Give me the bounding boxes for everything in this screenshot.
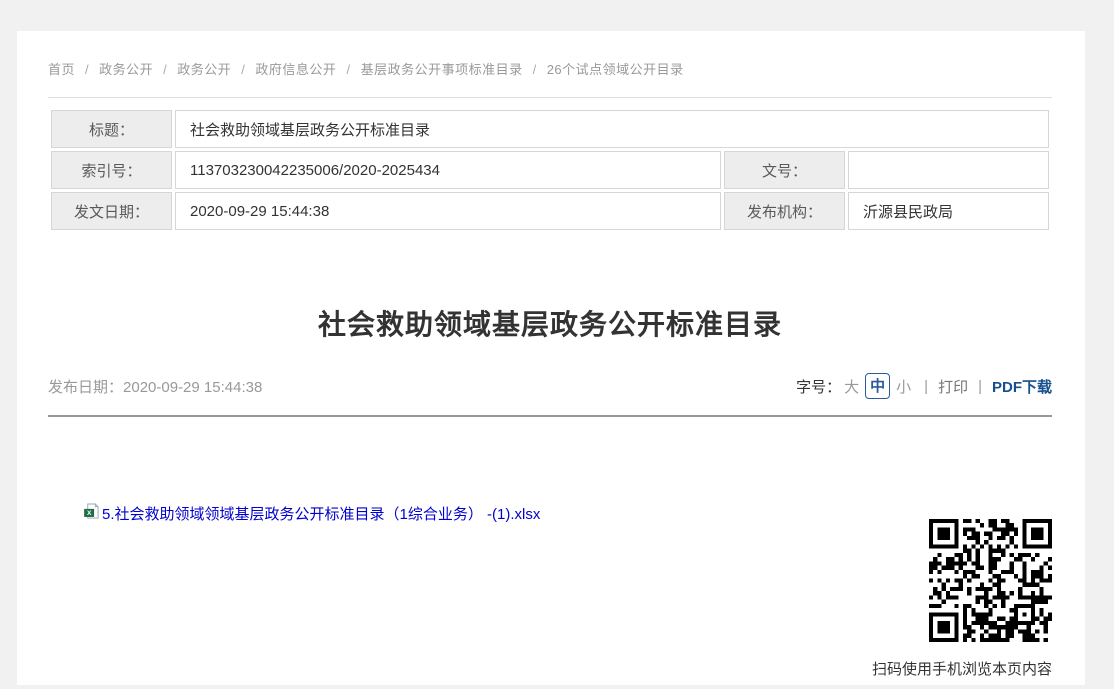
breadcrumb-item-pilot-catalog[interactable]: 26个试点领域公开目录 [547,62,684,77]
table-row: 发文日期： 2020-09-29 15:44:38 发布机构： 沂源县民政局 [51,192,1049,230]
toolbar-separator: | [924,378,928,395]
meta-date-value: 2020-09-29 15:44:38 [175,192,721,230]
font-size-medium-button[interactable]: 中 [865,373,890,399]
breadcrumb-item-standard-catalog[interactable]: 基层政务公开事项标准目录 [361,62,523,77]
font-size-small-button[interactable]: 小 [896,376,911,397]
meta-docnum-value [848,151,1049,189]
content-card: 首页 / 政务公开 / 政务公开 / 政府信息公开 / 基层政务公开事项标准目录 / 26个试点领域… [17,31,1085,685]
breadcrumb: 首页 / 政务公开 / 政务公开 / 政府信息公开 / 基层政务公开事项标准目录 / 26个试点领域… [48,50,1052,78]
article-body: X 5.社会救助领域领域基层政务公开标准目录（1综合业务） -(1).xlsx … [48,417,1052,679]
font-size-large-button[interactable]: 大 [844,376,859,397]
meta-org-label: 发布机构： [724,192,845,230]
document-meta-table: 标题： 社会救助领域基层政务公开标准目录 索引号： 11370323004223… [48,107,1052,233]
breadcrumb-divider [48,97,1052,98]
meta-date-label: 发文日期： [51,192,172,230]
meta-org-value: 沂源县民政局 [848,192,1049,230]
breadcrumb-separator: / [533,62,537,77]
table-row: 标题： 社会救助领域基层政务公开标准目录 [51,110,1049,148]
article-meta-row: 发布日期：2020-09-29 15:44:38 字号： 大 中 小 | 打印 … [48,373,1052,399]
font-size-label: 字号： [796,376,841,397]
breadcrumb-separator: / [241,62,245,77]
svg-text:X: X [87,510,92,517]
meta-title-label: 标题： [51,110,172,148]
publish-date: 发布日期：2020-09-29 15:44:38 [48,376,262,397]
toolbar-separator: | [978,378,982,395]
breadcrumb-item-zwgk-2[interactable]: 政务公开 [177,62,231,77]
excel-file-icon: X [84,503,99,524]
breadcrumb-item-zwgk-1[interactable]: 政务公开 [99,62,153,77]
meta-index-value: 113703230042235006/2020-2025434 [175,151,721,189]
qr-block: 扫码使用手机浏览本页内容 [872,417,1052,679]
table-row: 索引号： 113703230042235006/2020-2025434 文号： [51,151,1049,189]
article-toolbar: 字号： 大 中 小 | 打印 | PDF下载 [796,373,1052,399]
meta-title-value: 社会救助领域基层政务公开标准目录 [175,110,1049,148]
breadcrumb-item-home[interactable]: 首页 [48,62,75,77]
attachment-link[interactable]: 5.社会救助领域领域基层政务公开标准目录（1综合业务） -(1).xlsx [102,503,540,524]
breadcrumb-separator: / [85,62,89,77]
attachment-row: X 5.社会救助领域领域基层政务公开标准目录（1综合业务） -(1).xlsx [84,417,540,524]
meta-index-label: 索引号： [51,151,172,189]
qr-caption: 扫码使用手机浏览本页内容 [872,658,1052,679]
breadcrumb-separator: / [346,62,350,77]
page-title: 社会救助领域基层政务公开标准目录 [48,303,1052,343]
breadcrumb-separator: / [163,62,167,77]
print-button[interactable]: 打印 [938,376,968,397]
publish-date-label: 发布日期： [48,379,123,396]
qr-code [929,519,1052,642]
breadcrumb-item-gov-info[interactable]: 政府信息公开 [255,62,336,77]
pdf-download-button[interactable]: PDF下载 [992,376,1052,397]
meta-docnum-label: 文号： [724,151,845,189]
publish-date-value: 2020-09-29 15:44:38 [123,379,262,396]
